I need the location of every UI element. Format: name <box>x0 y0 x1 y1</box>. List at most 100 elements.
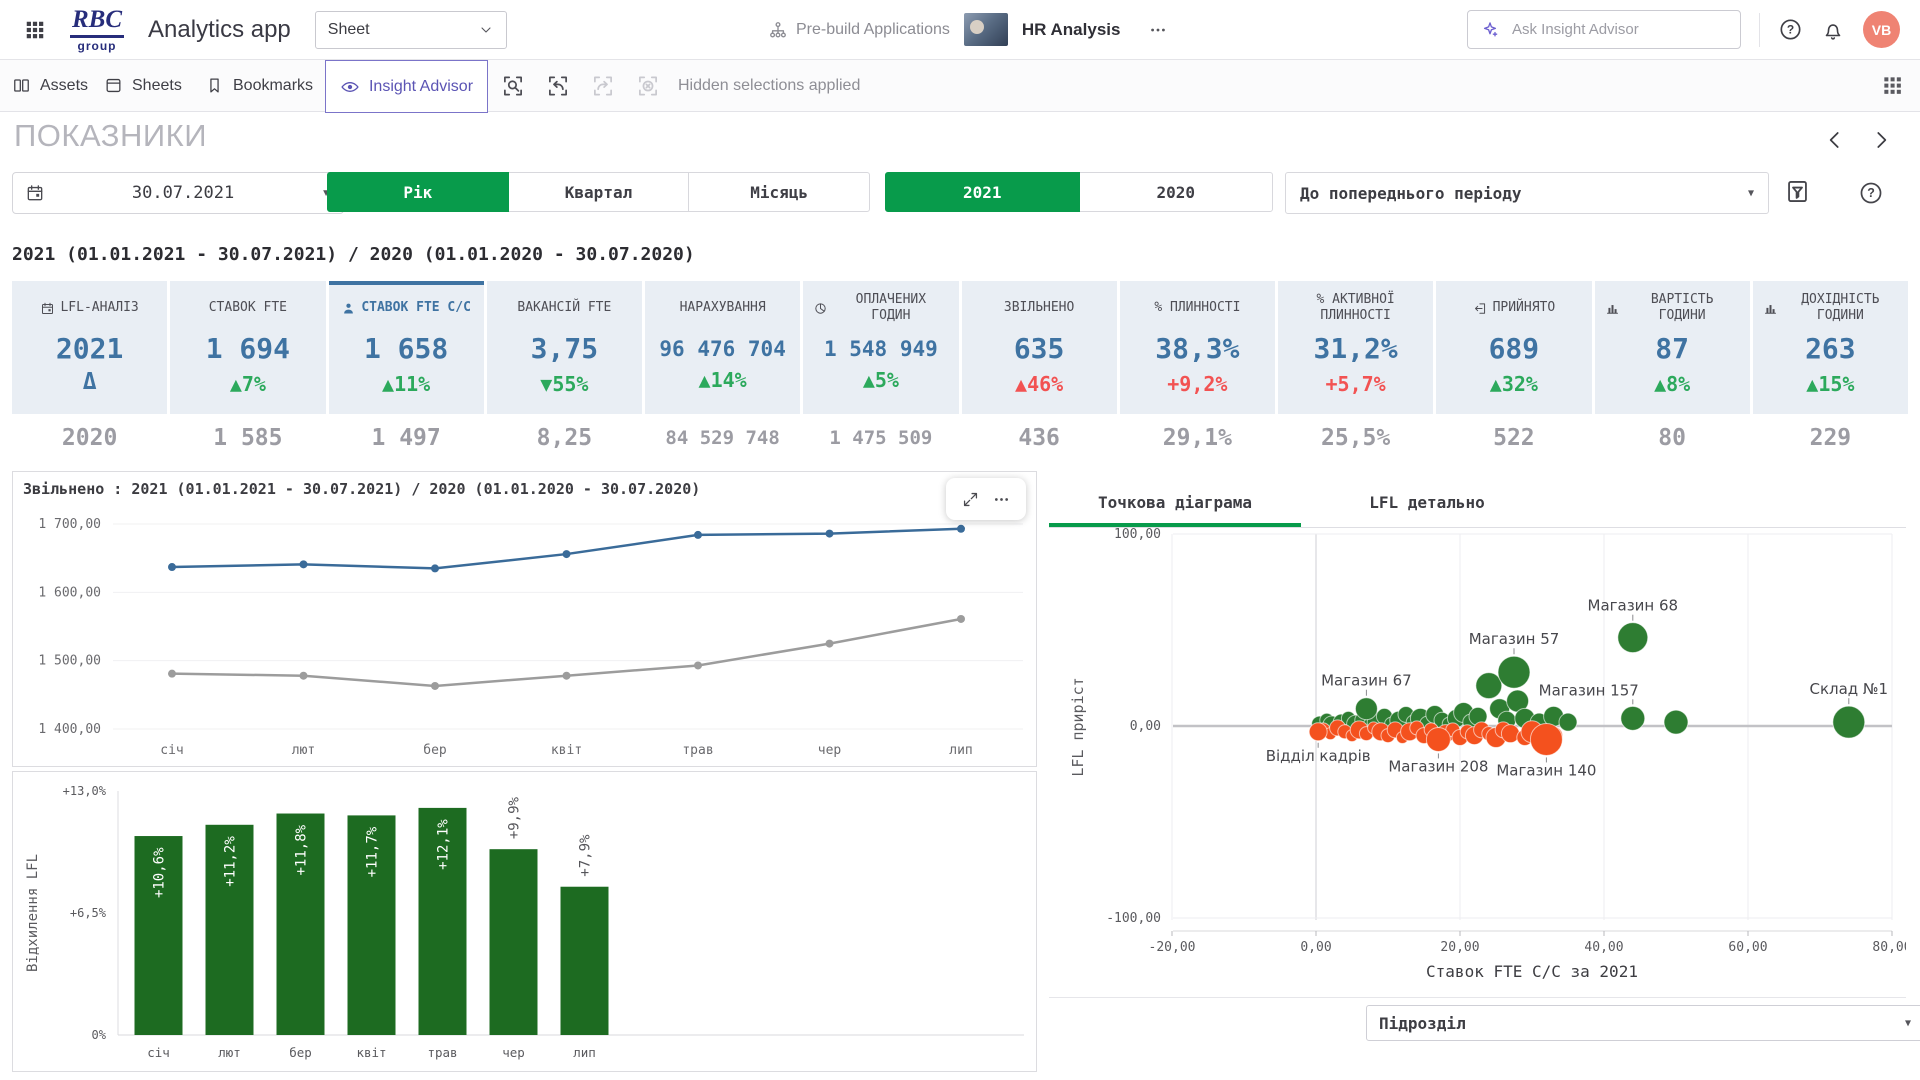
selections-back-button[interactable] <box>545 60 571 111</box>
filter-help-icon[interactable]: ? <box>1858 180 1884 206</box>
pie-icon <box>813 301 828 316</box>
svg-text:0,00: 0,00 <box>1300 940 1331 955</box>
selections-forward-icon <box>590 73 616 99</box>
date-picker[interactable]: 30.07.2021 ▼ <box>12 172 344 214</box>
selections-search-button[interactable] <box>500 60 526 111</box>
kpi-card-2[interactable]: СТАВОК FTE С/С 1 658 ▲11% <box>328 281 484 414</box>
kpi-card-delta: ▲32% <box>1489 372 1538 396</box>
person-icon <box>341 301 356 316</box>
kpi-card-title: ВАКАНСІЙ FTE <box>517 299 612 315</box>
selections-clear-button[interactable] <box>635 60 661 111</box>
svg-text:1 400,00: 1 400,00 <box>38 722 101 737</box>
kpi-prev-value: 84 529 748 <box>665 427 780 449</box>
kpi-card-delta: +5,7% <box>1325 372 1386 396</box>
period-button-month[interactable]: Місяць <box>688 172 871 212</box>
svg-text:80,00: 80,00 <box>1872 940 1906 955</box>
svg-text:трав: трав <box>427 1045 457 1060</box>
scatter-chart[interactable]: -20,00 0,00 20,00 40,00 60,00 80,00 100,00 0,00… <box>1049 527 1912 997</box>
more-options-icon[interactable] <box>992 490 1011 509</box>
svg-text:+13,0%: +13,0% <box>63 784 107 798</box>
filter-document-icon[interactable] <box>1784 178 1811 205</box>
kpi-period-header: 2021 (01.01.2021 - 30.07.2021) / 2020 (0… <box>12 244 695 265</box>
bookmark-icon <box>205 76 224 95</box>
tab-lfl-detail[interactable]: LFL детально <box>1301 477 1553 527</box>
kpi-card-7[interactable]: % ПЛИННОСТІ 38,3% +9,2% <box>1119 281 1275 414</box>
top-bar: RBC group Analytics app Sheet Pre-build … <box>0 0 1920 60</box>
scatter-chart-svg: -20,00 0,00 20,00 40,00 60,00 80,00 100,00 0,00… <box>1069 527 1912 981</box>
svg-text:Магазин 57: Магазин 57 <box>1469 630 1560 648</box>
line-chart-svg: 1 700,00 1 600,00 1 500,00 1 400,00 січ лют бе… <box>38 517 1023 758</box>
kpi-card-10[interactable]: ВАРТІСТЬ ГОДИНИ 87 ▲8% <box>1594 281 1750 414</box>
kpi-card-8[interactable]: % АКТИВНОЇ ПЛИННОСТІ 31,2% +5,7% <box>1278 281 1434 414</box>
kpi-card-6[interactable]: ЗВІЛЬНЕНО 635 ▲46% <box>961 281 1117 414</box>
bookmarks-button[interactable]: Bookmarks <box>205 60 313 111</box>
help-icon[interactable]: ? <box>1778 17 1803 42</box>
svg-text:+6,5%: +6,5% <box>70 906 107 920</box>
svg-text:лют: лют <box>218 1045 241 1060</box>
kpi-card-title: LFL-АНАЛІЗ <box>60 299 139 315</box>
kpi-prev-value: 229 <box>1809 425 1852 451</box>
app-grid-icon[interactable] <box>24 19 46 41</box>
kpi-card-value: 689 <box>1488 332 1540 365</box>
caret-down-icon: ▼ <box>1747 187 1754 199</box>
insight-advisor-button[interactable]: Insight Advisor <box>325 60 488 113</box>
insight-advisor-search[interactable] <box>1467 10 1741 49</box>
app-thumbnail[interactable] <box>963 13 1008 46</box>
period-button-year[interactable]: Рік <box>327 172 509 212</box>
kpi-card-11[interactable]: ДОХІДНІСТЬ ГОДИНИ 263 ▲15% <box>1752 281 1908 414</box>
assets-button[interactable]: Assets <box>12 60 88 111</box>
search-input[interactable] <box>1510 20 1684 39</box>
prebuild-applications-link[interactable]: Pre-build Applications <box>768 20 950 40</box>
kpi-card-3[interactable]: ВАКАНСІЙ FTE 3,75 ▼55% <box>486 281 642 414</box>
unit-dropdown[interactable]: Підрозділ ▼ <box>1366 1005 1920 1041</box>
kpi-card-0[interactable]: LFL-АНАЛІЗ 2021 Δ <box>12 281 168 414</box>
svg-text:0%: 0% <box>92 1028 107 1042</box>
kpi-card-delta: +9,2% <box>1167 372 1228 396</box>
date-value: 30.07.2021 <box>131 183 235 203</box>
svg-text:+11,2%: +11,2% <box>223 836 239 887</box>
period-button-quarter[interactable]: Квартал <box>507 172 690 212</box>
year-button-2020[interactable]: 2020 <box>1078 172 1273 212</box>
svg-text:Магазин 140: Магазин 140 <box>1496 761 1596 779</box>
compare-period-dropdown[interactable]: До попереднього періоду ▼ <box>1285 172 1769 214</box>
kpi-card-9[interactable]: ПРИЙНЯТО 689 ▲32% <box>1436 281 1592 414</box>
kpi-card-delta: ▲8% <box>1654 372 1691 396</box>
bar-chart-svg: +13,0% +6,5% 0% Відхилення LFL +10,6% січ +11,… <box>25 784 1024 1060</box>
sheets-button[interactable]: Sheets <box>104 60 182 111</box>
kpi-prev-row: 2020 1 585 1 497 8,25 84 529 748 1 475 509 436… <box>12 414 1908 462</box>
chart-hover-menu <box>946 478 1026 520</box>
kpi-prev-value: 2020 <box>61 425 118 451</box>
year-button-2021[interactable]: 2021 <box>885 172 1080 212</box>
next-sheet-chevron-icon[interactable] <box>1868 127 1894 153</box>
kpi-card-value: 1 694 <box>205 332 291 365</box>
svg-text:чер: чер <box>502 1045 525 1060</box>
bell-icon[interactable] <box>1821 18 1845 42</box>
svg-text:Магазин 157: Магазин 157 <box>1539 681 1639 699</box>
kpi-card-title: СТАВОК FTE <box>208 299 288 315</box>
line-chart-title: Звільнено : 2021 (01.01.2021 - 30.07.202… <box>23 480 701 498</box>
line-chart-panel: Звільнено : 2021 (01.01.2021 - 30.07.202… <box>12 471 1037 767</box>
kpi-prev-value: 8,25 <box>536 425 593 451</box>
tab-scatter[interactable]: Точкова діаграма <box>1049 477 1301 527</box>
selections-forward-button[interactable] <box>590 60 616 111</box>
kpi-card-4[interactable]: НАРАХУВАННЯ 96 476 704 ▲14% <box>645 281 801 414</box>
kpi-card-title: % ПЛИННОСТІ <box>1154 299 1241 315</box>
kpi-card-1[interactable]: СТАВОК FTE 1 694 ▲7% <box>170 281 326 414</box>
expand-icon[interactable] <box>961 490 980 509</box>
bar-chart[interactable]: +13,0% +6,5% 0% Відхилення LFL +10,6% січ +11,… <box>13 772 1034 1074</box>
svg-text:Відділ кадрів: Відділ кадрів <box>1266 747 1371 765</box>
svg-text:Склад №1: Склад №1 <box>1809 680 1888 698</box>
bar-chart-panel: +13,0% +6,5% 0% Відхилення LFL +10,6% січ +11,… <box>12 771 1037 1072</box>
selections-clear-icon <box>635 73 661 99</box>
sheet-grid-button[interactable] <box>1881 60 1904 111</box>
kpi-card-value: 1 658 <box>363 332 449 365</box>
kpi-card-5[interactable]: ОПЛАЧЕНИХ ГОДИН 1 548 949 ▲5% <box>803 281 959 414</box>
prev-sheet-chevron-icon[interactable] <box>1822 127 1848 153</box>
more-menu-icon[interactable] <box>1148 20 1168 40</box>
sheet-selector[interactable]: Sheet <box>314 10 507 49</box>
avatar[interactable]: VB <box>1863 11 1900 48</box>
line-chart[interactable]: 1 700,00 1 600,00 1 500,00 1 400,00 січ лют бе… <box>13 472 1034 769</box>
svg-text:+9,9%: +9,9% <box>507 796 523 839</box>
kpi-card-title: ЗВІЛЬНЕНО <box>1003 299 1075 315</box>
svg-text:січ: січ <box>147 1045 170 1060</box>
